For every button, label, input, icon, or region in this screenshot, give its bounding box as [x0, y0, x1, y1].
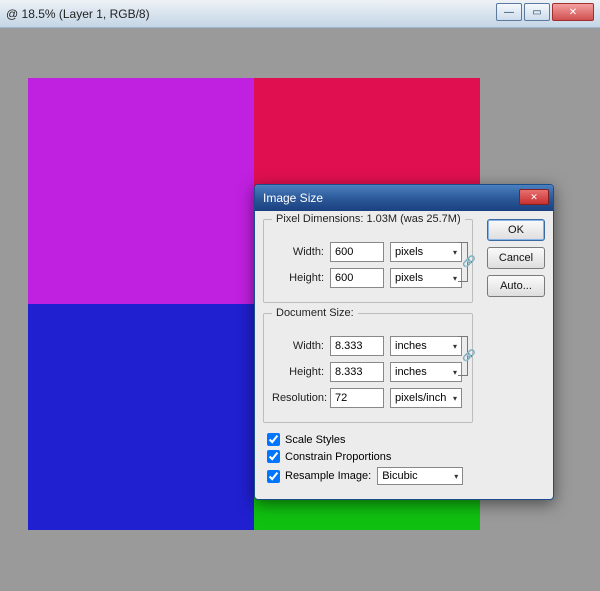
- options-checks: Scale Styles Constrain Proportions Resam…: [267, 433, 473, 485]
- doc-height-unit-text: inches: [395, 366, 427, 378]
- resolution-unit-text: pixels/inch: [395, 392, 446, 404]
- pixel-width-row: Width: pixels ▾: [272, 242, 464, 262]
- doc-width-input[interactable]: [330, 336, 384, 356]
- pixel-width-label: Width:: [272, 246, 330, 258]
- chevron-down-icon: ▾: [453, 342, 457, 351]
- link-icon[interactable]: 🔗: [462, 255, 476, 268]
- main-title: @ 18.5% (Layer 1, RGB/8): [6, 7, 150, 21]
- auto-button[interactable]: Auto...: [487, 275, 545, 297]
- resample-method-text: Bicubic: [382, 470, 417, 482]
- pixel-height-row: Height: pixels ▾: [272, 268, 464, 288]
- doc-height-unit-select[interactable]: inches ▾: [390, 362, 462, 382]
- dialog-body: Pixel Dimensions: 1.03M (was 25.7M) Widt…: [255, 211, 553, 499]
- pixel-dimensions-group: Pixel Dimensions: 1.03M (was 25.7M) Widt…: [263, 219, 473, 303]
- pixel-height-label: Height:: [272, 272, 330, 284]
- document-size-group: Document Size: Width: inches ▾ Height:: [263, 313, 473, 423]
- pixel-height-unit-select[interactable]: pixels ▾: [390, 268, 462, 288]
- chevron-down-icon: ▾: [453, 248, 457, 257]
- pixel-dimensions-legend: Pixel Dimensions: 1.03M (was 25.7M): [272, 213, 465, 225]
- pixel-width-unit-text: pixels: [395, 246, 423, 258]
- canvas-quadrant-blue: [28, 304, 254, 530]
- doc-height-row: Height: inches ▾: [272, 362, 464, 382]
- resample-method-select[interactable]: Bicubic ▾: [377, 467, 463, 485]
- maximize-icon: ▭: [532, 7, 541, 18]
- maximize-button[interactable]: ▭: [524, 3, 550, 21]
- constrain-label: Constrain Proportions: [285, 451, 391, 463]
- link-icon[interactable]: 🔗: [462, 349, 476, 362]
- resolution-unit-select[interactable]: pixels/inch ▾: [390, 388, 462, 408]
- chevron-down-icon: ▾: [453, 368, 457, 377]
- close-icon: ✕: [569, 7, 577, 18]
- resolution-row: Resolution: pixels/inch ▾: [272, 388, 464, 408]
- doc-width-row: Width: inches ▾: [272, 336, 464, 356]
- doc-width-unit-text: inches: [395, 340, 427, 352]
- window-controls: ― ▭ ✕: [496, 3, 594, 21]
- dialog-title-text: Image Size: [263, 191, 323, 205]
- image-size-dialog: Image Size ✕ Pixel Dimensions: 1.03M (wa…: [254, 184, 554, 500]
- doc-height-input[interactable]: [330, 362, 384, 382]
- pixel-width-unit-select[interactable]: pixels ▾: [390, 242, 462, 262]
- close-icon: ✕: [530, 192, 538, 203]
- minimize-icon: ―: [504, 7, 514, 18]
- scale-styles-row: Scale Styles: [267, 433, 473, 446]
- cancel-label: Cancel: [499, 252, 533, 264]
- scale-styles-label: Scale Styles: [285, 434, 346, 446]
- pixel-height-unit-text: pixels: [395, 272, 423, 284]
- chevron-down-icon: ▾: [454, 472, 458, 481]
- chevron-down-icon: ▾: [453, 274, 457, 283]
- resolution-label: Resolution:: [272, 392, 330, 404]
- document-size-legend: Document Size:: [272, 307, 358, 319]
- dialog-left-column: Pixel Dimensions: 1.03M (was 25.7M) Widt…: [263, 219, 473, 485]
- resample-row: Resample Image: Bicubic ▾: [267, 467, 473, 485]
- main-titlebar: @ 18.5% (Layer 1, RGB/8) ― ▭ ✕: [0, 0, 600, 28]
- doc-height-label: Height:: [272, 366, 330, 378]
- constrain-row: Constrain Proportions: [267, 450, 473, 463]
- dialog-titlebar[interactable]: Image Size ✕: [255, 185, 553, 211]
- workarea: Image Size ✕ Pixel Dimensions: 1.03M (wa…: [0, 28, 600, 591]
- ok-label: OK: [508, 224, 524, 236]
- minimize-button[interactable]: ―: [496, 3, 522, 21]
- dialog-close-button[interactable]: ✕: [519, 189, 549, 205]
- constrain-checkbox[interactable]: [267, 450, 280, 463]
- scale-styles-checkbox[interactable]: [267, 433, 280, 446]
- pixel-width-input[interactable]: [330, 242, 384, 262]
- chevron-down-icon: ▾: [453, 394, 457, 403]
- resample-label: Resample Image:: [285, 470, 371, 482]
- canvas-quadrant-magenta: [28, 78, 254, 304]
- auto-label: Auto...: [500, 280, 532, 292]
- cancel-button[interactable]: Cancel: [487, 247, 545, 269]
- dialog-button-column: OK Cancel Auto...: [487, 219, 545, 297]
- doc-width-label: Width:: [272, 340, 330, 352]
- resample-checkbox[interactable]: [267, 470, 280, 483]
- app-window: @ 18.5% (Layer 1, RGB/8) ― ▭ ✕ Image Siz…: [0, 0, 600, 591]
- resolution-input[interactable]: [330, 388, 384, 408]
- close-main-button[interactable]: ✕: [552, 3, 594, 21]
- ok-button[interactable]: OK: [487, 219, 545, 241]
- doc-width-unit-select[interactable]: inches ▾: [390, 336, 462, 356]
- pixel-height-input[interactable]: [330, 268, 384, 288]
